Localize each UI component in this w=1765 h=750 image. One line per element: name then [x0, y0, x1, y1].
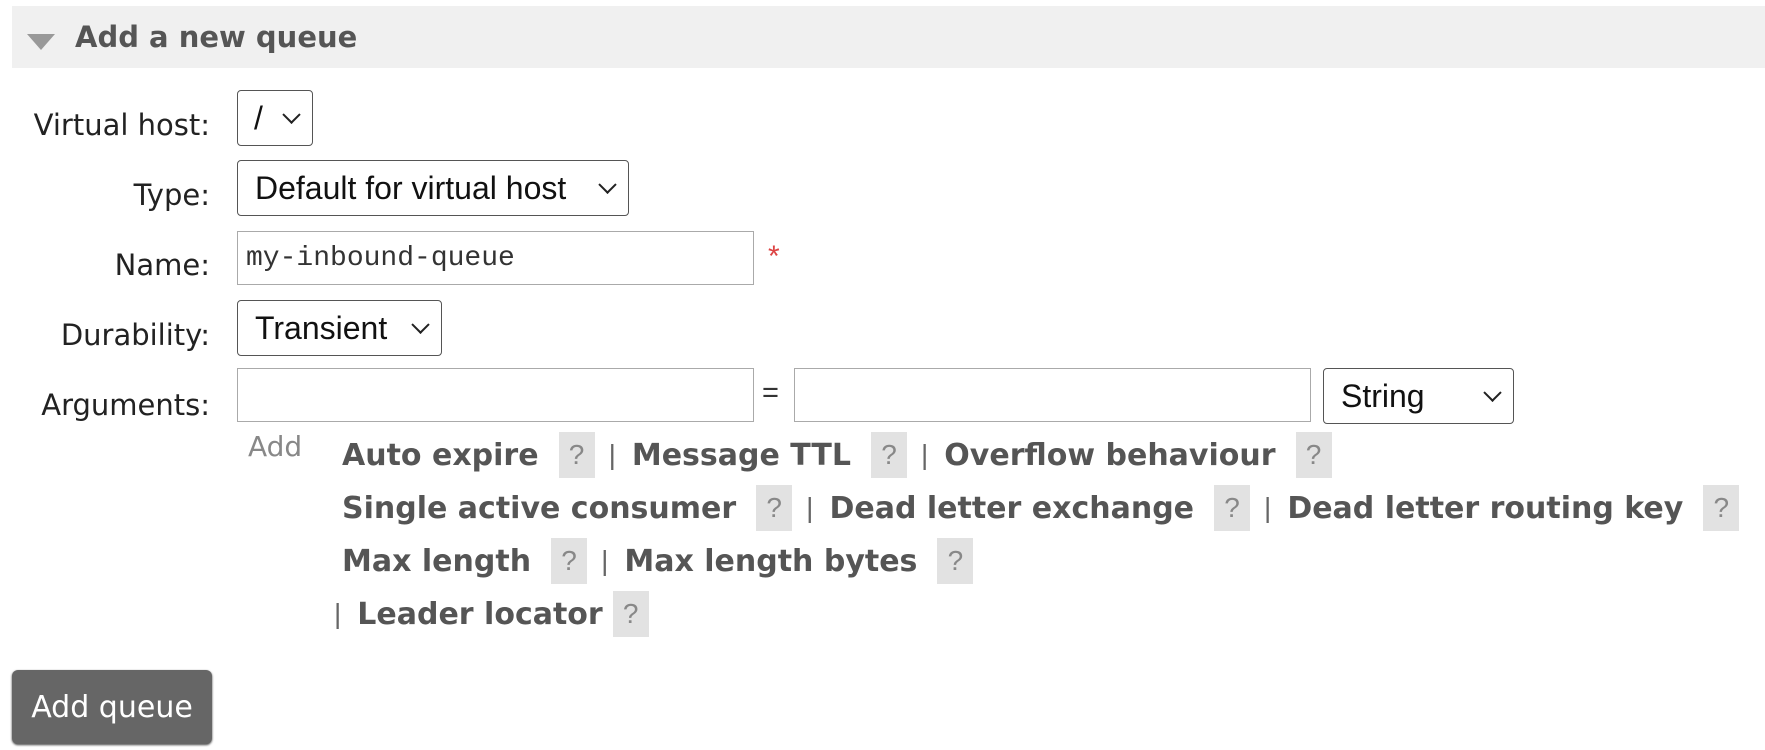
shortcut-message-ttl[interactable]: Message TTL: [632, 438, 851, 473]
vhost-select[interactable]: /: [237, 90, 313, 146]
shortcut-dead-letter-routing-key[interactable]: Dead letter routing key: [1287, 491, 1683, 526]
durability-select[interactable]: Transient: [237, 300, 442, 356]
durability-select-value: Transient: [255, 309, 388, 346]
required-marker: *: [768, 240, 780, 273]
separator: |: [601, 545, 609, 576]
help-icon[interactable]: ?: [756, 485, 793, 531]
shortcut-max-length-bytes[interactable]: Max length bytes: [624, 544, 917, 579]
argument-shortcuts-row: | Leader locator ?: [334, 590, 663, 638]
argument-shortcuts-row: Single active consumer ? | Dead letter e…: [342, 484, 1753, 532]
shortcut-overflow-behaviour[interactable]: Overflow behaviour: [944, 438, 1275, 473]
section-header[interactable]: Add a new queue: [12, 6, 1765, 68]
separator: |: [806, 492, 814, 523]
vhost-label: Virtual host:: [33, 108, 210, 142]
chevron-down-icon: [411, 315, 430, 334]
durability-label: Durability:: [60, 318, 210, 352]
help-icon[interactable]: ?: [1703, 485, 1740, 531]
section-title: Add a new queue: [75, 20, 358, 54]
argument-key-input[interactable]: [237, 368, 754, 422]
type-select[interactable]: Default for virtual host: [237, 160, 629, 216]
type-label: Type:: [133, 178, 210, 212]
shortcut-single-active-consumer[interactable]: Single active consumer: [342, 491, 736, 526]
add-queue-button[interactable]: Add queue: [12, 670, 212, 744]
chevron-down-icon: [282, 105, 301, 124]
help-icon[interactable]: ?: [558, 432, 595, 478]
vhost-select-value: /: [254, 99, 263, 136]
shortcut-dead-letter-exchange[interactable]: Dead letter exchange: [829, 491, 1194, 526]
shortcut-max-length[interactable]: Max length: [342, 544, 531, 579]
argument-type-value: String: [1341, 377, 1425, 414]
chevron-down-icon: [598, 175, 617, 194]
chevron-down-icon: [1483, 383, 1502, 402]
equals-sign: =: [762, 377, 779, 409]
help-icon[interactable]: ?: [1295, 432, 1332, 478]
type-select-value: Default for virtual host: [255, 169, 567, 206]
argument-type-select[interactable]: String: [1323, 368, 1514, 424]
add-argument-link[interactable]: Add: [248, 430, 302, 463]
separator: |: [608, 439, 616, 470]
arguments-label: Arguments:: [41, 388, 210, 422]
name-input[interactable]: my-inbound-queue: [237, 231, 754, 285]
separator: |: [1264, 492, 1272, 523]
argument-shortcuts-row: Auto expire ? | Message TTL ? | Overflow…: [342, 431, 1346, 479]
shortcut-auto-expire[interactable]: Auto expire: [342, 438, 539, 473]
name-label: Name:: [114, 248, 210, 282]
help-icon[interactable]: ?: [551, 538, 588, 584]
shortcut-leader-locator[interactable]: Leader locator: [357, 597, 602, 632]
argument-value-input[interactable]: [794, 368, 1311, 422]
help-icon[interactable]: ?: [612, 591, 649, 637]
argument-shortcuts-row: Max length ? | Max length bytes ?: [342, 537, 987, 585]
help-icon[interactable]: ?: [937, 538, 974, 584]
collapse-triangle-icon[interactable]: [27, 34, 55, 50]
separator: |: [334, 598, 342, 629]
help-icon[interactable]: ?: [871, 432, 908, 478]
help-icon[interactable]: ?: [1214, 485, 1251, 531]
separator: |: [921, 439, 929, 470]
